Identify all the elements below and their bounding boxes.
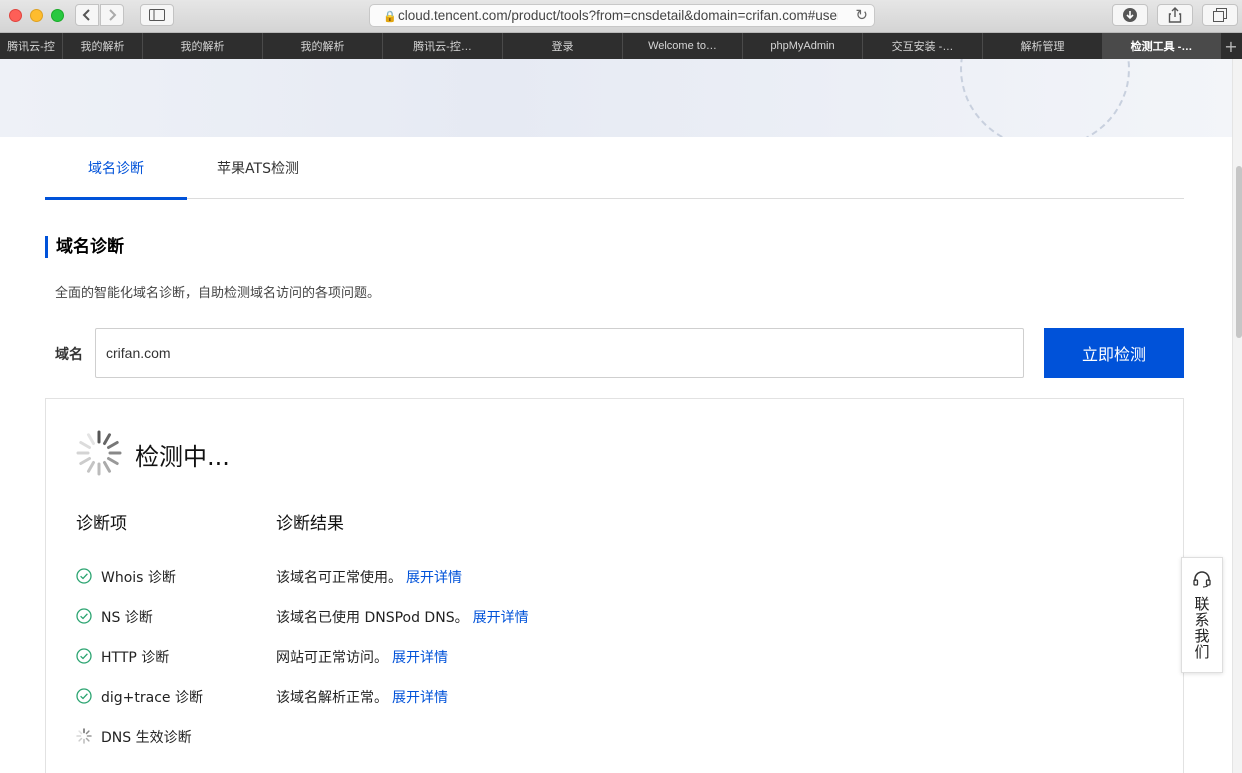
expand-details-link[interactable]: 展开详情 (473, 610, 529, 626)
check-now-button[interactable]: 立即检测 (1044, 328, 1184, 378)
diagnosis-result: 该域名已使用 DNSPod DNS。 展开详情 (276, 607, 529, 627)
new-tab-button[interactable]: + (1221, 33, 1241, 59)
browser-tab[interactable]: 交互安装 -… (863, 33, 983, 59)
browser-tab[interactable]: phpMyAdmin (743, 33, 863, 59)
diagnosis-row-http: HTTP 诊断 网站可正常访问。 展开详情 (0, 646, 1100, 668)
diagnosis-row-dig-trace: dig+trace 诊断 该域名解析正常。 展开详情 (0, 686, 1100, 708)
browser-toolbar: 🔒 cloud.tencent.com/product/tools?from=c… (0, 0, 1242, 33)
domain-label: 域名 (55, 347, 83, 363)
check-circle-icon (76, 608, 92, 624)
diagnosis-result: 该域名解析正常。 展开详情 (276, 687, 448, 707)
sidebar-icon (149, 9, 165, 21)
section-description: 全面的智能化域名诊断，自助检测域名访问的各项问题。 (55, 286, 381, 301)
column-header-item: 诊断项 (76, 514, 127, 534)
contact-us-button[interactable]: 联系我们 (1181, 557, 1223, 673)
share-icon (1168, 7, 1182, 23)
diagnosis-result-text: 该域名已使用 DNSPod DNS。 (276, 610, 469, 626)
share-button[interactable] (1157, 4, 1193, 26)
back-button[interactable] (75, 4, 99, 26)
browser-tab[interactable]: 腾讯云-控 (0, 33, 63, 59)
chevron-right-icon (109, 9, 117, 21)
check-circle-icon (76, 688, 92, 704)
tab-apple-ats[interactable]: 苹果ATS检测 (187, 137, 329, 199)
diagnosis-result-text: 该域名解析正常。 (276, 690, 388, 706)
browser-tab[interactable]: 我的解析 (263, 33, 383, 59)
downloads-button[interactable] (1112, 4, 1148, 26)
domain-input[interactable] (95, 328, 1024, 378)
loading-spinner-small-icon (76, 728, 92, 744)
browser-tab[interactable]: 解析管理 (983, 33, 1103, 59)
check-circle-icon (76, 568, 92, 584)
chevron-left-icon (82, 9, 90, 21)
minimize-window-button[interactable] (30, 9, 43, 22)
diagnosis-result: 该域名可正常使用。 展开详情 (276, 567, 462, 587)
expand-details-link[interactable]: 展开详情 (392, 690, 448, 706)
diagnosis-result: 网站可正常访问。 展开详情 (276, 647, 448, 667)
check-circle-icon (76, 648, 92, 664)
zoom-window-button[interactable] (51, 9, 64, 22)
diagnosis-item-name: HTTP 诊断 (101, 650, 170, 666)
diagnosis-row-ns: NS 诊断 该域名已使用 DNSPod DNS。 展开详情 (0, 606, 1100, 628)
browser-tab[interactable]: 我的解析 (143, 33, 263, 59)
browser-tab-active[interactable]: 检测工具 -… (1103, 33, 1221, 59)
browser-tab[interactable]: Welcome to… (623, 33, 743, 59)
diagnosis-row-dns-effective: DNS 生效诊断 (0, 726, 1100, 748)
contact-us-label: 联系我们 (1192, 596, 1211, 660)
browser-tab[interactable]: 腾讯云-控… (383, 33, 503, 59)
section-title: 域名诊断 (45, 236, 124, 258)
download-icon (1123, 8, 1137, 22)
scrollbar-thumb[interactable] (1236, 166, 1242, 338)
browser-tab[interactable]: 我的解析 (63, 33, 143, 59)
diagnosis-item-name: DNS 生效诊断 (101, 730, 192, 746)
tab-overview-button[interactable] (1202, 4, 1238, 26)
sidebar-toggle-button[interactable] (140, 4, 174, 26)
tab-domain-diagnosis[interactable]: 域名诊断 (45, 137, 187, 200)
tabs-icon (1213, 8, 1227, 22)
diagnosis-item-name: dig+trace 诊断 (101, 690, 203, 706)
close-window-button[interactable] (9, 9, 22, 22)
banner-decoration (960, 59, 1130, 137)
lock-icon: 🔒 (383, 11, 397, 23)
headset-icon (1193, 571, 1211, 588)
loading-spinner-icon (76, 430, 122, 476)
browser-tab[interactable]: 登录 (503, 33, 623, 59)
address-bar[interactable]: 🔒 cloud.tencent.com/product/tools?from=c… (369, 4, 875, 27)
address-url: cloud.tencent.com/product/tools?from=cns… (398, 8, 838, 23)
diagnosis-item-name: NS 诊断 (101, 610, 153, 626)
browser-tab-strip: 腾讯云-控 我的解析 我的解析 我的解析 腾讯云-控… 登录 Welcome t… (0, 33, 1242, 59)
reload-icon[interactable]: ↻ (855, 6, 868, 24)
page-banner (0, 59, 1232, 137)
checking-status: 检测中... (135, 443, 230, 471)
diagnosis-result-text: 网站可正常访问。 (276, 650, 388, 666)
forward-button[interactable] (100, 4, 124, 26)
diagnosis-result-text: 该域名可正常使用。 (276, 570, 402, 586)
column-header-result: 诊断结果 (276, 514, 344, 534)
expand-details-link[interactable]: 展开详情 (392, 650, 448, 666)
expand-details-link[interactable]: 展开详情 (406, 570, 462, 586)
diagnosis-row-whois: Whois 诊断 该域名可正常使用。 展开详情 (0, 566, 1100, 588)
diagnosis-item-name: Whois 诊断 (101, 570, 176, 586)
tool-tabs: 域名诊断 苹果ATS检测 (45, 137, 1184, 200)
